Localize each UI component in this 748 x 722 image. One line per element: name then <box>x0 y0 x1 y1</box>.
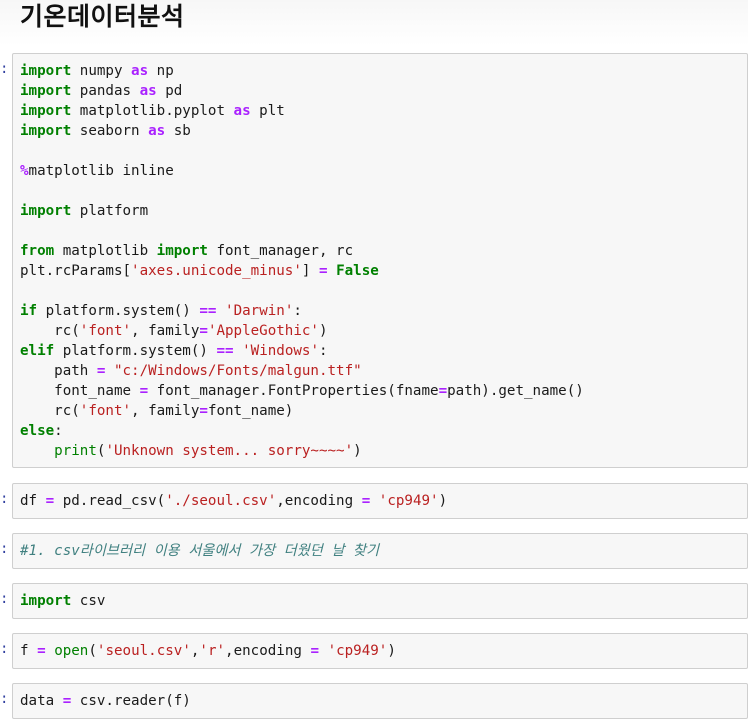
operator-token: == <box>216 343 234 359</box>
code-cell-imports[interactable]: : import numpy as np import pandas as pd… <box>0 53 748 468</box>
builtin-token: print <box>54 443 97 459</box>
keyword-token: import <box>20 203 72 219</box>
cell-prompt: : <box>0 541 9 557</box>
code-block[interactable]: data = csv.reader(f) <box>20 691 191 711</box>
operator-token: = <box>45 493 55 509</box>
operator-token: = <box>199 403 208 419</box>
string-token: 'Darwin' <box>225 303 294 319</box>
code-cell-import-csv[interactable]: : import csv <box>0 583 748 619</box>
keyword-token: import <box>156 243 208 259</box>
keyword-token: False <box>336 263 379 279</box>
keyword-token: import <box>20 123 72 139</box>
cell-prompt: : <box>0 641 9 657</box>
cell-prompt: : <box>0 491 9 507</box>
keyword-token: elif <box>20 343 55 359</box>
operator-token: = <box>139 383 149 399</box>
notebook-heading: 기온데이터분석 <box>20 2 185 31</box>
code-block[interactable]: df = pd.read_csv('./seoul.csv',encoding … <box>20 491 447 511</box>
string-token: 'r' <box>199 643 226 659</box>
operator-token: = <box>361 493 371 509</box>
operator-token: = <box>37 643 46 659</box>
string-token: 'font' <box>79 323 132 339</box>
keyword-token: from <box>20 243 55 259</box>
cell-prompt: : <box>0 691 9 707</box>
string-token: 'Windows' <box>242 343 319 359</box>
code-block[interactable]: import csv <box>20 591 105 611</box>
string-token: 'seoul.csv' <box>96 643 191 659</box>
keyword-token: import <box>20 593 72 609</box>
string-token: 'cp949' <box>327 643 388 659</box>
cell-prompt: : <box>0 591 9 607</box>
operator-token: = <box>62 693 72 709</box>
cell-input-area[interactable]: df = pd.read_csv('./seoul.csv',encoding … <box>12 483 748 519</box>
string-token: 'font' <box>79 403 132 419</box>
code-block[interactable]: #1. csv라이브러리 이용 서울에서 가장 더웠던 날 찾기 <box>20 541 379 561</box>
keyword-token: if <box>20 303 38 319</box>
keyword-token: import <box>20 103 72 119</box>
cell-input-area[interactable]: import numpy as np import pandas as pd i… <box>12 53 748 468</box>
string-token: 'AppleGothic' <box>207 323 319 339</box>
string-token: "c:/Windows/Fonts/malgun.ttf" <box>113 363 362 379</box>
operator-token: as <box>139 83 157 99</box>
operator-token: = <box>318 263 328 279</box>
comment-token: #1. csv라이브러리 이용 서울에서 가장 더웠던 날 찾기 <box>20 543 380 559</box>
operator-token: == <box>199 303 217 319</box>
keyword-token: import <box>20 83 72 99</box>
operator-token: = <box>199 323 208 339</box>
code-block[interactable]: import numpy as np import pandas as pd i… <box>20 61 584 461</box>
cell-input-area[interactable]: #1. csv라이브러리 이용 서울에서 가장 더웠던 날 찾기 <box>12 533 748 569</box>
builtin-token: open <box>54 643 89 659</box>
operator-token: = <box>310 643 320 659</box>
keyword-token: else <box>20 423 55 439</box>
cell-prompt: : <box>0 61 9 77</box>
string-token: './seoul.csv' <box>165 493 277 509</box>
code-cell-csv-reader[interactable]: : data = csv.reader(f) <box>0 683 748 719</box>
magic-token: % <box>20 163 29 179</box>
code-cell-open-file[interactable]: : f = open('seoul.csv','r',encoding = 'c… <box>0 633 748 669</box>
operator-token: as <box>148 123 166 139</box>
string-token: 'axes.unicode_minus' <box>131 263 302 279</box>
operator-token: as <box>131 63 149 79</box>
string-token: 'Unknown system... sorry~~~~' <box>105 443 354 459</box>
code-cell-read-csv[interactable]: : df = pd.read_csv('./seoul.csv',encodin… <box>0 483 748 519</box>
operator-token: = <box>96 363 106 379</box>
keyword-token: import <box>20 63 72 79</box>
operator-token: as <box>233 103 251 119</box>
cell-input-area[interactable]: data = csv.reader(f) <box>12 683 748 719</box>
code-block[interactable]: f = open('seoul.csv','r',encoding = 'cp9… <box>20 641 396 661</box>
operator-token: = <box>438 383 448 399</box>
cell-input-area[interactable]: f = open('seoul.csv','r',encoding = 'cp9… <box>12 633 748 669</box>
code-cell-comment[interactable]: : #1. csv라이브러리 이용 서울에서 가장 더웠던 날 찾기 <box>0 533 748 569</box>
cell-input-area[interactable]: import csv <box>12 583 748 619</box>
string-token: 'cp949' <box>378 493 439 509</box>
